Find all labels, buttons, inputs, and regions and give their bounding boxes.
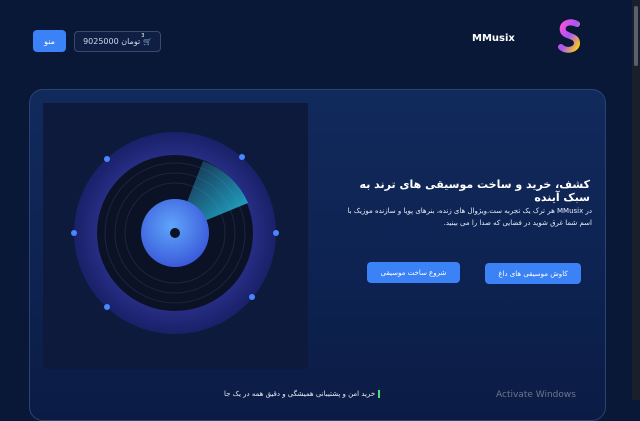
- menu-button[interactable]: منو: [33, 30, 66, 52]
- start-creating-music-button[interactable]: شروع ساخت موسیقی: [367, 262, 460, 283]
- activate-windows-watermark: Activate Windows: [496, 390, 576, 400]
- logo-icon[interactable]: [557, 18, 583, 54]
- feature-text: خرید امن و پشتیبانی همیشگی و دقیق همه در…: [224, 390, 376, 398]
- check-mark-icon: [378, 390, 381, 398]
- hero-title: کشف، خرید و ساخت موسیقی های ترند به سبک …: [359, 178, 590, 204]
- cart-icon: 🛒 3: [141, 32, 152, 46]
- wallet-amount: 9025000 تومان: [83, 37, 141, 46]
- brand-name: MMusix: [472, 33, 515, 44]
- vinyl-record-artwork: [43, 103, 308, 369]
- explore-hot-music-button[interactable]: کاوش موسیقی های داغ: [485, 263, 581, 284]
- page-scrollbar[interactable]: [632, 0, 640, 400]
- scrollbar-thumb[interactable]: [634, 6, 638, 66]
- hero-description: در MMusix هر ترک یک تجربه ست.ویژوال های …: [347, 207, 592, 227]
- cart-count-badge: 3: [141, 32, 145, 39]
- feature-item: خرید امن و پشتیبانی همیشگی و دقیق همه در…: [224, 390, 381, 398]
- wallet-cart-button[interactable]: 9025000 تومان 🛒 3: [74, 31, 161, 52]
